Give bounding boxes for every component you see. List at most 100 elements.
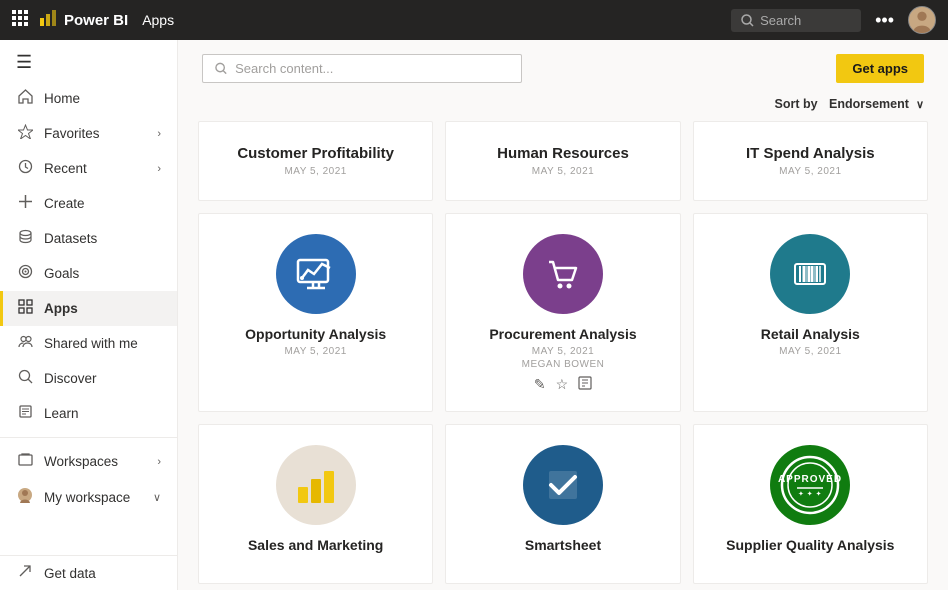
recent-icon	[16, 159, 34, 178]
supplier-icon: APPROVED ✦ ✦ ✦	[770, 445, 850, 525]
app-title-customer-profitability: Customer Profitability	[237, 145, 394, 162]
app-author-procurement: Megan Bowen	[522, 359, 605, 370]
edit-icon[interactable]: ✎	[534, 376, 546, 393]
retail-icon	[770, 234, 850, 314]
sidebar-item-favorites[interactable]: Favorites ›	[0, 116, 177, 151]
app-title-procurement: Procurement Analysis	[489, 326, 636, 342]
sidebar-item-myworkspace-label: My workspace	[44, 490, 130, 505]
main-layout: ☰ Home Favorites › Recent ›	[0, 40, 948, 590]
sidebar-item-learn[interactable]: Learn	[0, 396, 177, 431]
content-area: Get apps Sort by Endorsement ∨ Customer …	[178, 40, 948, 590]
sidebar-item-datasets[interactable]: Datasets	[0, 221, 177, 256]
sidebar-item-discover[interactable]: Discover	[0, 361, 177, 396]
goals-icon	[16, 264, 34, 283]
svg-text:✦ ✦ ✦: ✦ ✦ ✦	[798, 490, 822, 498]
apps-icon	[16, 299, 34, 318]
content-search-icon	[215, 62, 227, 75]
sidebar-item-recent-label: Recent	[44, 161, 87, 176]
sort-bar: Sort by Endorsement ∨	[178, 93, 948, 121]
content-search-input[interactable]	[235, 61, 509, 76]
myworkspace-chevron: ∨	[153, 491, 161, 504]
sidebar-item-learn-label: Learn	[44, 406, 79, 421]
app-card-human-resources[interactable]: Human Resources May 5, 2021	[445, 121, 680, 201]
app-card-it-spend[interactable]: IT Spend Analysis May 5, 2021	[693, 121, 928, 201]
sidebar-item-create-label: Create	[44, 196, 85, 211]
workspaces-icon	[16, 452, 34, 471]
app-title-human-resources: Human Resources	[497, 145, 629, 162]
shared-icon	[16, 334, 34, 353]
sidebar-item-myworkspace[interactable]: My workspace ∨	[0, 479, 177, 515]
user-avatar[interactable]	[908, 6, 936, 34]
sidebar-item-discover-label: Discover	[44, 371, 97, 386]
sidebar-item-apps-label: Apps	[44, 301, 78, 316]
app-title-retail: Retail Analysis	[761, 326, 860, 342]
app-logo: Power BI	[38, 8, 128, 33]
sidebar-item-goals[interactable]: Goals	[0, 256, 177, 291]
apps-grid: Customer Profitability May 5, 2021 Human…	[178, 121, 948, 590]
content-search-box[interactable]	[202, 54, 522, 83]
app-title-opportunity: Opportunity Analysis	[245, 326, 386, 342]
sidebar-collapse-button[interactable]: ☰	[0, 44, 177, 81]
app-date-it-spend: May 5, 2021	[779, 166, 841, 177]
svg-text:APPROVED: APPROVED	[778, 474, 842, 485]
sidebar-item-apps[interactable]: Apps	[0, 291, 177, 326]
more-icon[interactable]	[578, 376, 592, 393]
grid-menu-icon[interactable]	[12, 10, 28, 31]
app-date-procurement: May 5, 2021	[532, 346, 594, 357]
home-icon	[16, 89, 34, 108]
create-icon	[16, 194, 34, 213]
app-card-supplier[interactable]: APPROVED ✦ ✦ ✦ Supplier Quality Analysis	[693, 424, 928, 584]
app-card-retail[interactable]: Retail Analysis May 5, 2021	[693, 213, 928, 412]
sidebar-item-shared[interactable]: Shared with me	[0, 326, 177, 361]
content-header: Get apps	[178, 40, 948, 93]
favorites-chevron: ›	[157, 128, 161, 140]
sidebar-item-workspaces-label: Workspaces	[44, 454, 118, 469]
app-actions-procurement: ✎ ☆	[534, 376, 592, 393]
procurement-icon	[523, 234, 603, 314]
app-card-customer-profitability[interactable]: Customer Profitability May 5, 2021	[198, 121, 433, 201]
sidebar-item-getdata-label: Get data	[44, 566, 96, 581]
sidebar-item-home-label: Home	[44, 91, 80, 106]
smartsheet-icon	[523, 445, 603, 525]
sort-value[interactable]: Endorsement	[829, 97, 909, 111]
sidebar-item-home[interactable]: Home	[0, 81, 177, 116]
app-name: Power BI	[64, 12, 128, 29]
sort-chevron[interactable]: ∨	[916, 98, 924, 111]
sort-by-label: Sort by	[775, 97, 818, 111]
sidebar-item-workspaces[interactable]: Workspaces ›	[0, 444, 177, 479]
learn-icon	[16, 404, 34, 423]
get-apps-button[interactable]: Get apps	[836, 54, 924, 83]
recent-chevron: ›	[157, 163, 161, 175]
opportunity-icon	[276, 234, 356, 314]
app-date-human-resources: May 5, 2021	[532, 166, 594, 177]
hamburger-icon: ☰	[16, 52, 32, 73]
app-card-procurement[interactable]: Procurement Analysis May 5, 2021 Megan B…	[445, 213, 680, 412]
discover-icon	[16, 369, 34, 388]
favorites-icon	[16, 124, 34, 143]
app-card-smartsheet[interactable]: Smartsheet	[445, 424, 680, 584]
sidebar-item-shared-label: Shared with me	[44, 336, 138, 351]
star-icon[interactable]: ☆	[556, 376, 569, 393]
powerbi-logo-icon	[38, 8, 58, 33]
topbar: Power BI Apps •••	[0, 0, 948, 40]
workspaces-chevron: ›	[157, 456, 161, 468]
search-icon	[741, 14, 754, 27]
datasets-icon	[16, 229, 34, 248]
sidebar-item-datasets-label: Datasets	[44, 231, 97, 246]
topbar-search-input[interactable]	[760, 13, 840, 28]
getdata-icon	[16, 564, 34, 582]
topbar-more-button[interactable]: •••	[871, 10, 898, 31]
sidebar-divider	[0, 437, 177, 438]
header-right: Get apps	[836, 54, 924, 83]
myworkspace-icon	[16, 487, 34, 507]
sidebar-item-favorites-label: Favorites	[44, 126, 100, 141]
topbar-search-box[interactable]	[731, 9, 861, 32]
app-title-it-spend: IT Spend Analysis	[746, 145, 875, 162]
topbar-page-title: Apps	[142, 12, 174, 28]
app-card-sales[interactable]: Sales and Marketing	[198, 424, 433, 584]
app-card-opportunity[interactable]: Opportunity Analysis May 5, 2021	[198, 213, 433, 412]
sidebar-item-create[interactable]: Create	[0, 186, 177, 221]
sidebar-item-getdata[interactable]: Get data	[0, 555, 177, 590]
sidebar-item-recent[interactable]: Recent ›	[0, 151, 177, 186]
app-title-supplier: Supplier Quality Analysis	[726, 537, 894, 553]
